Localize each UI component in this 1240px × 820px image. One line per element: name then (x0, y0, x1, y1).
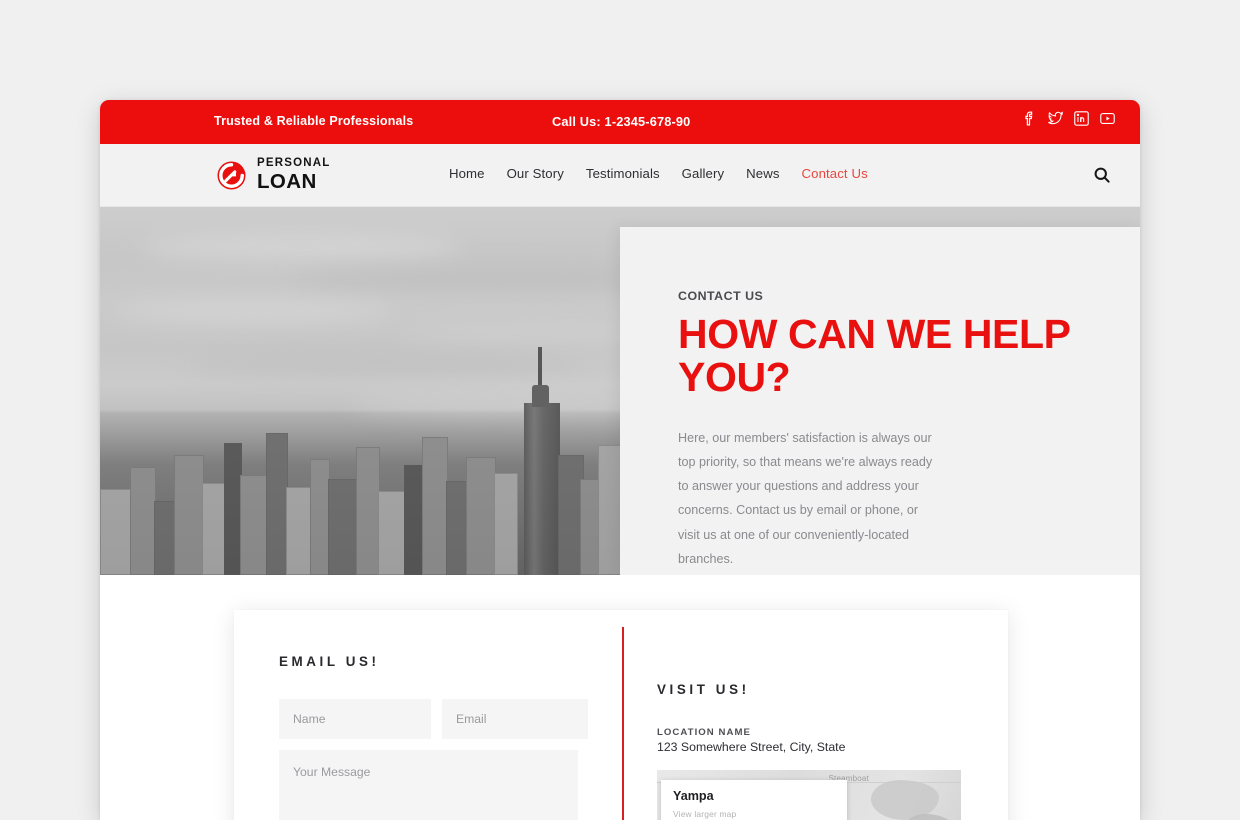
search-icon[interactable] (1092, 165, 1112, 185)
cloud-wisp (112, 303, 392, 321)
youtube-icon[interactable] (1099, 110, 1116, 127)
brand-name-top: PERSONAL (257, 157, 331, 169)
site-header: PERSONAL LOAN Home Our Story Testimonial… (100, 144, 1140, 207)
contact-section: EMAIL US! VISIT US! LOCATION NAME 123 So… (100, 575, 1140, 820)
main-navigation: Home Our Story Testimonials Gallery News… (449, 166, 868, 181)
facebook-icon[interactable] (1021, 110, 1038, 127)
twitter-icon[interactable] (1047, 110, 1064, 127)
page-title: HOW CAN WE HELP YOU? (678, 311, 1070, 401)
nav-item-news[interactable]: News (746, 166, 779, 181)
circle-arrow-icon (215, 159, 248, 192)
empire-state-building (524, 347, 560, 575)
email-us-title: EMAIL US! (279, 654, 380, 669)
map-place-name: Yampa (673, 789, 714, 803)
nav-item-home[interactable]: Home (449, 166, 485, 181)
contact-card: EMAIL US! VISIT US! LOCATION NAME 123 So… (234, 610, 1008, 820)
visit-us-title: VISIT US! (657, 682, 750, 697)
name-input[interactable] (279, 699, 431, 739)
visit-us-panel: VISIT US! LOCATION NAME 123 Somewhere St… (624, 610, 1008, 820)
hero-description: Here, our members' satisfaction is alway… (678, 430, 933, 566)
hero-text-panel: CONTACT US HOW CAN WE HELP YOU? Here, ou… (620, 227, 1140, 575)
cloud-wisp (180, 357, 580, 373)
social-links (1021, 110, 1116, 127)
hero-section: CONTACT US HOW CAN WE HELP YOU? Here, ou… (100, 207, 1140, 575)
top-utility-bar: Trusted & Reliable Professionals Call Us… (100, 100, 1140, 144)
location-address: 123 Somewhere Street, City, State (657, 740, 846, 754)
hero-eyebrow: CONTACT US (678, 289, 764, 303)
email-input[interactable] (442, 699, 588, 739)
cloud-wisp (140, 235, 460, 261)
phone-text[interactable]: Call Us: 1-2345-678-90 (552, 114, 690, 129)
tagline-text: Trusted & Reliable Professionals (214, 114, 414, 128)
map-view-larger-link[interactable]: View larger map (673, 809, 835, 819)
linkedin-icon[interactable] (1073, 110, 1090, 127)
nav-item-testimonials[interactable]: Testimonials (586, 166, 660, 181)
browser-window: Trusted & Reliable Professionals Call Us… (100, 100, 1140, 820)
nav-item-contact-us[interactable]: Contact Us (802, 166, 868, 181)
map-info-card[interactable]: Yampa View larger map (661, 780, 847, 820)
brand-logo[interactable]: PERSONAL LOAN (215, 157, 331, 193)
nav-item-gallery[interactable]: Gallery (682, 166, 724, 181)
location-map[interactable]: Steamboat Yampa View larger map (657, 770, 961, 820)
location-name-label: LOCATION NAME (657, 727, 751, 738)
name-email-row (279, 699, 588, 739)
email-us-panel: EMAIL US! (234, 610, 622, 820)
brand-name-bottom: LOAN (257, 169, 317, 193)
nav-item-our-story[interactable]: Our Story (507, 166, 564, 181)
message-textarea[interactable] (279, 750, 578, 820)
